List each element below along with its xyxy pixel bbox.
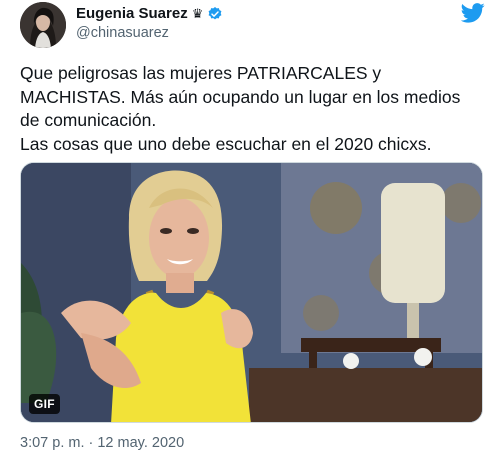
display-name[interactable]: Eugenia Suarez: [76, 5, 188, 22]
gif-media[interactable]: GIF: [20, 162, 483, 423]
avatar-image: [20, 2, 66, 48]
twitter-bird-icon[interactable]: [461, 3, 485, 23]
avatar[interactable]: [20, 2, 66, 48]
tweet-text: Que peligrosas las mujeres PATRIARCALES …: [20, 62, 482, 156]
tweet-timestamp[interactable]: 3:07 p. m. · 12 may. 2020: [20, 435, 184, 451]
tweet-line: de comunicación.: [20, 110, 157, 130]
tweet-line: MACHISTAS. Más aún ocupando un lugar en …: [20, 86, 461, 107]
author-name-row: Eugenia Suarez ♛: [76, 5, 223, 22]
tweet-card: Eugenia Suarez ♛ @chinasuarez Que peligr…: [0, 0, 485, 461]
handle[interactable]: @chinasuarez: [76, 25, 169, 41]
gif-badge: GIF: [29, 394, 60, 414]
gif-frame: [21, 163, 482, 422]
verified-badge-icon: [208, 6, 222, 19]
crown-icon: ♛: [191, 6, 204, 21]
tweet-line: Las cosas que uno debe escuchar en el 20…: [20, 133, 432, 154]
tweet-line: Que peligrosas las mujeres PATRIARCALES …: [20, 63, 382, 83]
